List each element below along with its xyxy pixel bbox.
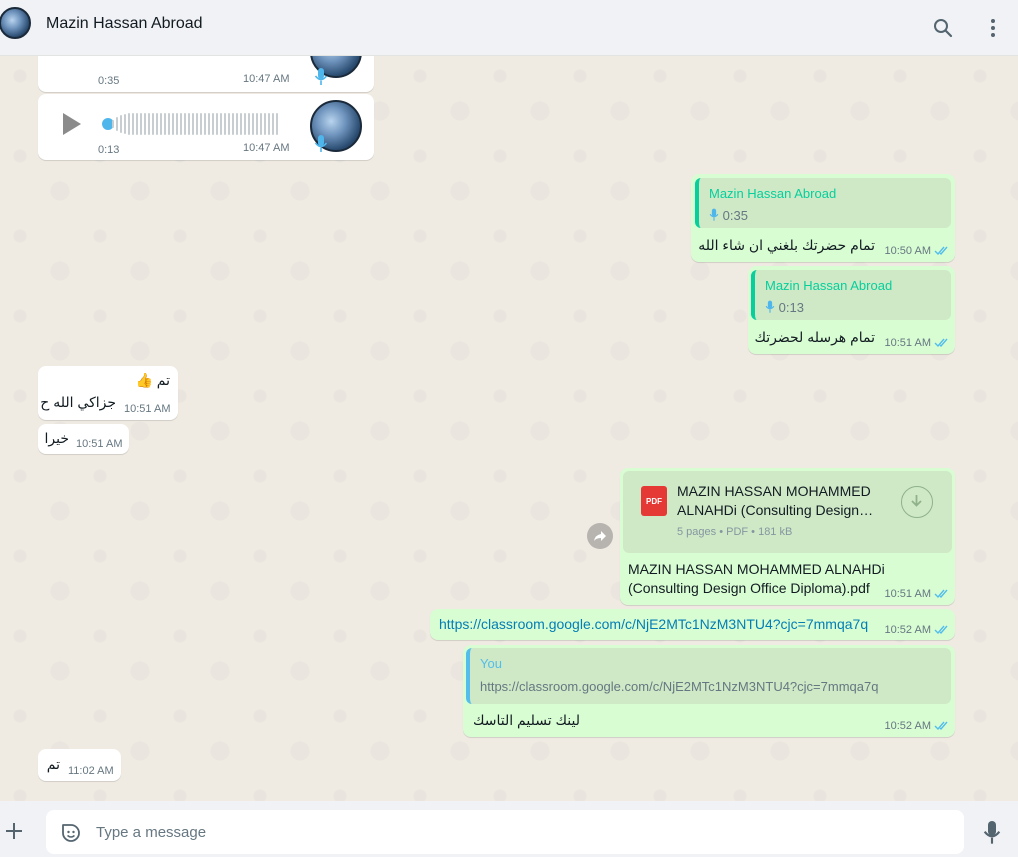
play-icon[interactable]	[58, 111, 84, 137]
message-meta: 10:52 AM	[885, 720, 950, 732]
mic-icon	[709, 208, 719, 221]
message-input[interactable]	[96, 810, 936, 854]
forward-icon[interactable]	[587, 523, 613, 549]
download-button[interactable]	[901, 486, 933, 518]
contact-avatar[interactable]	[0, 7, 31, 39]
message-meta: 10:52 AM	[885, 624, 950, 636]
quoted-sender: Mazin Hassan Abroad	[709, 186, 837, 201]
mic-icon[interactable]	[982, 821, 1004, 845]
voice-message-1: 0:35 10:47 AM	[38, 56, 374, 92]
double-check-icon	[934, 721, 948, 731]
message-text: خيرا	[44, 430, 70, 446]
document-title-line-2: ALNAHDi (Consulting Design…	[677, 502, 874, 518]
incoming-message-3: تم 11:02 AM	[38, 749, 121, 781]
message-meta: 10:51 AM	[885, 337, 950, 349]
message-meta: 10:51 AM	[885, 588, 950, 600]
incoming-message-1: تم 👍 جزاكي الله ح 10:51 AM	[38, 366, 178, 420]
voice-message-2: 0:13 10:47 AM	[38, 94, 374, 160]
voice-duration: 0:13	[98, 144, 120, 156]
document-caption-line-1: MAZIN HASSAN MOHAMMED ALNAHDi	[628, 561, 885, 577]
double-check-icon	[934, 625, 948, 635]
document-caption-line-2: (Consulting Design Office Diploma).pdf	[628, 580, 870, 596]
outgoing-reply-message-3: You https://classroom.google.com/c/NjE2M…	[463, 645, 955, 737]
outgoing-reply-message-2: Mazin Hassan Abroad 0:13 تمام هرسله لحضر…	[748, 266, 955, 354]
message-text-line-1: تم 👍	[135, 372, 170, 388]
voice-waveform[interactable]	[112, 112, 278, 136]
quoted-voice-duration: 0:35	[709, 208, 748, 223]
message-input-box[interactable]	[46, 810, 964, 854]
message-meta: 10:50 AM	[885, 245, 950, 257]
message-time: 10:47 AM	[243, 73, 290, 85]
quoted-voice-duration: 0:13	[765, 300, 804, 315]
message-text: تمام هرسله لحضرتك	[754, 329, 875, 345]
document-message: PDF MAZIN HASSAN MOHAMMED ALNAHDi (Consu…	[620, 468, 955, 605]
menu-icon[interactable]	[977, 12, 1009, 44]
message-link[interactable]: https://classroom.google.com/c/NjE2MTc1N…	[439, 616, 868, 632]
message-text: تمام حضرتك بلغني ان شاء الله	[698, 237, 875, 253]
chat-area[interactable]: 0:35 10:47 AM 0:13 10:47 AM Mazin Hassan…	[0, 56, 1018, 801]
message-time: 10:51 AM	[76, 438, 123, 450]
message-time: 11:02 AM	[68, 765, 114, 777]
quoted-sender: Mazin Hassan Abroad	[765, 278, 893, 293]
quoted-sender: You	[480, 656, 502, 671]
mic-icon	[314, 68, 328, 85]
quoted-message[interactable]: You https://classroom.google.com/c/NjE2M…	[466, 648, 951, 704]
message-time: 10:51 AM	[124, 403, 171, 415]
play-icon[interactable]	[58, 56, 84, 58]
quoted-message[interactable]: Mazin Hassan Abroad 0:13	[751, 270, 951, 320]
download-icon	[911, 495, 922, 507]
plus-icon[interactable]	[4, 821, 26, 843]
message-text: تم	[46, 756, 60, 772]
message-time: 10:47 AM	[243, 142, 290, 154]
incoming-message-2: خيرا 10:51 AM	[38, 424, 129, 454]
double-check-icon	[934, 589, 948, 599]
message-text-line-2: جزاكي الله ح	[40, 394, 116, 410]
double-check-icon	[934, 246, 948, 256]
voice-duration: 0:35	[98, 75, 120, 87]
mic-icon	[314, 135, 328, 152]
sticker-icon[interactable]	[60, 822, 82, 844]
message-text: لينك تسليم التاسك	[472, 712, 580, 728]
composer-bar	[0, 801, 1018, 857]
link-message: https://classroom.google.com/c/NjE2MTc1N…	[430, 609, 955, 640]
chat-header: Mazin Hassan Abroad	[0, 0, 1018, 56]
contact-name[interactable]: Mazin Hassan Abroad	[46, 15, 203, 33]
document-meta: 5 pages • PDF • 181 kB	[677, 526, 793, 538]
double-check-icon	[934, 338, 948, 348]
document-title-line-1: MAZIN HASSAN MOHAMMED	[677, 483, 871, 499]
mic-icon	[765, 300, 775, 313]
outgoing-reply-message-1: Mazin Hassan Abroad 0:35 تمام حضرتك بلغن…	[691, 174, 955, 262]
pdf-icon: PDF	[641, 486, 667, 516]
document-card[interactable]: PDF MAZIN HASSAN MOHAMMED ALNAHDi (Consu…	[623, 471, 952, 553]
search-icon[interactable]	[927, 12, 959, 44]
quoted-message[interactable]: Mazin Hassan Abroad 0:35	[695, 178, 951, 228]
quoted-text: https://classroom.google.com/c/NjE2MTc1N…	[480, 679, 879, 694]
